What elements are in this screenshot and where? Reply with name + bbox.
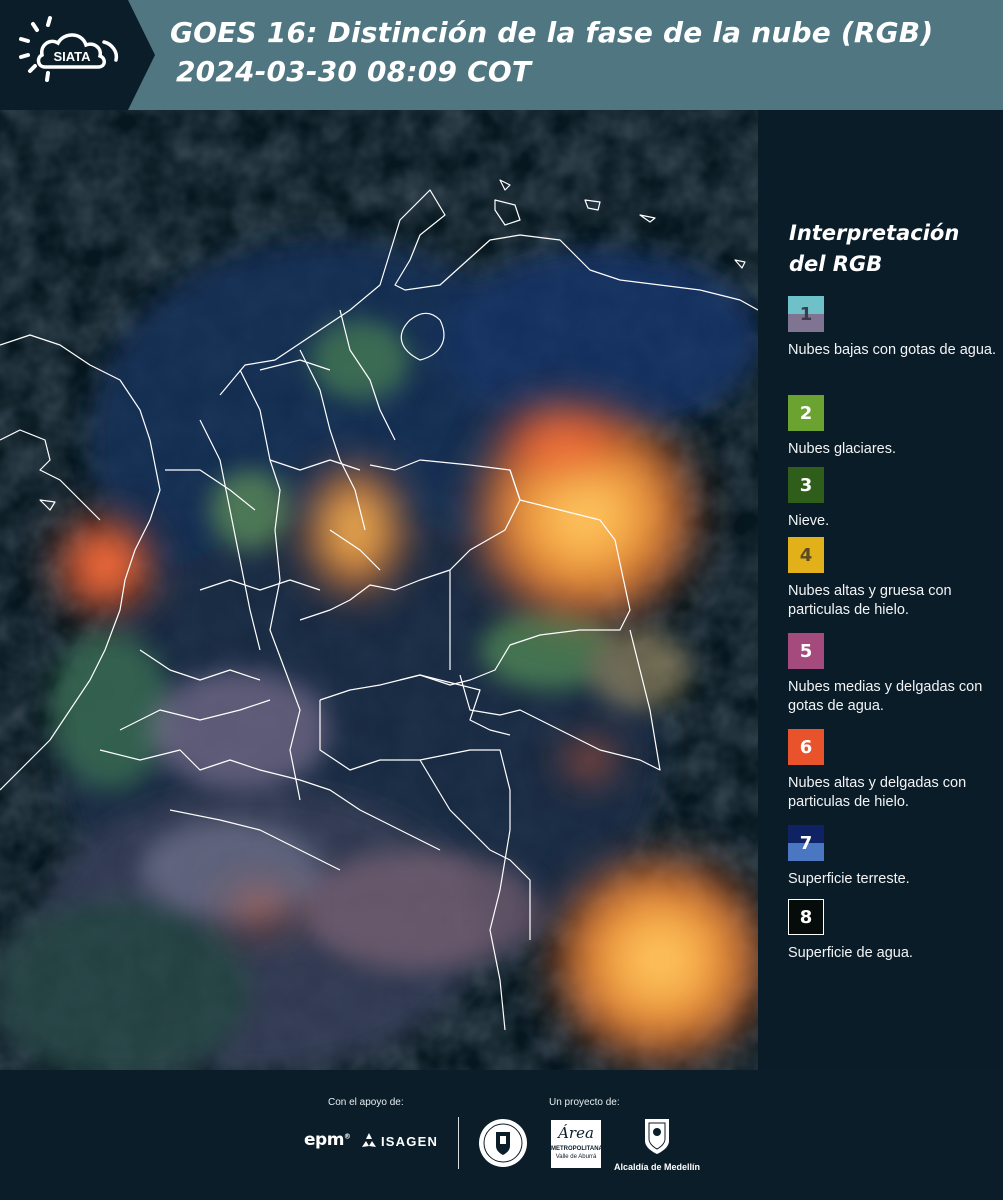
- area-metropolitana-script: Área: [558, 1124, 594, 1142]
- support-caption: Con el apoyo de:: [328, 1097, 404, 1108]
- legend-label: Nubes bajas con gotas de agua.: [788, 342, 996, 358]
- legend-number: 5: [799, 640, 813, 662]
- page-title: GOES 16: Distinción de la fase de la nub…: [170, 16, 934, 49]
- legend-item-2: 2 Nubes glaciares.: [788, 395, 1000, 459]
- legend-label: Superficie terreste.: [788, 871, 910, 887]
- legend-title-line2: del RGB: [789, 252, 883, 276]
- legend-item-3: 3 Nieve.: [788, 467, 1000, 531]
- legend-label: Nubes altas y gruesa con particulas de h…: [788, 583, 952, 618]
- isagen-logo-text: ISAGEN: [381, 1133, 439, 1149]
- legend-swatch-3: 3: [788, 467, 824, 503]
- legend-swatch-2: 2: [788, 395, 824, 431]
- legend-item-8: 8 Superficie de agua.: [788, 899, 1000, 963]
- legend-title: Interpretación del RGB: [789, 218, 989, 280]
- legend-number: 2: [799, 402, 813, 424]
- legend-number: 7: [799, 832, 813, 854]
- epm-logo-text: epm: [304, 1130, 344, 1150]
- footer: Con el apoyo de: Un proyecto de: epm® IS…: [0, 1070, 1003, 1200]
- legend-number: 4: [799, 544, 813, 566]
- isagen-logo[interactable]: ISAGEN: [360, 1132, 438, 1150]
- legend-number: 6: [799, 736, 813, 758]
- medellin-seal-logo[interactable]: [478, 1118, 528, 1173]
- legend-title-line1: Interpretación: [789, 221, 960, 245]
- legend-label: Nubes altas y delgadas con particulas de…: [788, 775, 967, 810]
- medellin-seal-icon: [479, 1119, 527, 1167]
- area-metropolitana-line1: METROPOLITANA: [551, 1146, 603, 1152]
- alcaldia-medellin-text: Alcaldía de Medellín: [613, 1162, 701, 1172]
- legend-swatch-7: 7: [788, 825, 824, 861]
- siata-logo[interactable]: SIATA: [0, 0, 155, 110]
- legend-swatch-1: 1: [788, 296, 824, 332]
- legend-swatch-4: 4: [788, 537, 824, 573]
- legend-item-4: 4 Nubes altas y gruesa con particulas de …: [788, 537, 1000, 620]
- legend-item-1: 1 Nubes bajas con gotas de agua.: [788, 296, 1000, 360]
- legend-label: Nubes glaciares.: [788, 441, 896, 457]
- legend-swatch-5: 5: [788, 633, 824, 669]
- alcaldia-medellin-logo[interactable]: Alcaldía de Medellín: [612, 1117, 702, 1172]
- legend-number: 1: [799, 303, 813, 325]
- isagen-mark-icon: [362, 1133, 376, 1147]
- area-metropolitana-logo[interactable]: Área METROPOLITANA Valle de Aburrá: [551, 1120, 603, 1168]
- legend-swatch-8: 8: [788, 899, 824, 935]
- footer-divider: [458, 1117, 459, 1169]
- project-caption: Un proyecto de:: [549, 1097, 620, 1108]
- alcaldia-shield-icon: [645, 1119, 669, 1154]
- legend-panel: Interpretación del RGB 1 Nubes bajas con …: [758, 110, 1003, 1070]
- page-timestamp: 2024-03-30 08:09 COT: [176, 55, 532, 88]
- satellite-map[interactable]: [0, 110, 758, 1070]
- legend-swatch-6: 6: [788, 729, 824, 765]
- legend-label: Superficie de agua.: [788, 945, 913, 961]
- legend-label: Nubes medias y delgadas con gotas de agu…: [788, 679, 983, 714]
- legend-label: Nieve.: [788, 513, 830, 529]
- legend-item-5: 5 Nubes medias y delgadas con gotas de ag…: [788, 633, 1000, 716]
- satellite-map-image: [0, 110, 758, 1070]
- area-metropolitana-line2: Valle de Aburrá: [555, 1154, 597, 1160]
- legend-number: 3: [799, 474, 813, 496]
- epm-logo[interactable]: epm®: [304, 1130, 351, 1150]
- logo-text: SIATA: [53, 49, 91, 64]
- legend-number: 8: [799, 906, 813, 928]
- siata-logo-icon: SIATA: [0, 0, 155, 110]
- legend-item-6: 6 Nubes altas y delgadas con particulas d…: [788, 729, 1000, 812]
- header: SIATA GOES 16: Distinción de la fase de …: [0, 0, 1003, 110]
- legend-item-7: 7 Superficie terreste.: [788, 825, 1000, 889]
